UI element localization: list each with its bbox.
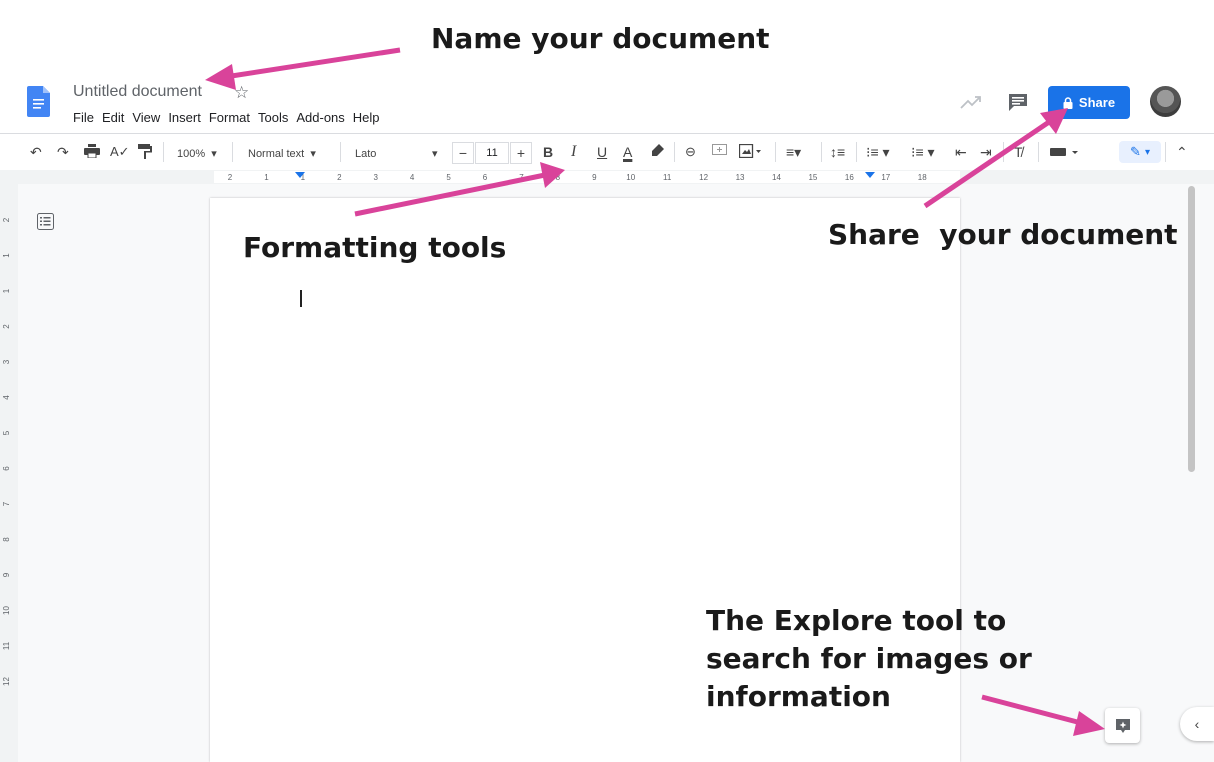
ruler-label: 3 <box>374 173 379 182</box>
print-icon[interactable] <box>84 144 100 158</box>
font-select[interactable]: Lato <box>355 145 376 163</box>
ruler-label: 17 <box>881 173 890 182</box>
menu-format[interactable]: Format <box>205 110 254 125</box>
vertical-ruler-label: 2 <box>2 217 11 222</box>
outline-icon[interactable] <box>37 213 54 230</box>
font-dropdown-icon[interactable]: ▾ <box>432 145 438 163</box>
star-icon[interactable]: ☆ <box>234 83 249 103</box>
ruler-label: 9 <box>592 173 597 182</box>
annotation-explore-line-3: information <box>706 680 891 713</box>
chevron-left-icon: ‹ <box>1194 716 1200 732</box>
menu-edit[interactable]: Edit <box>98 110 128 125</box>
editing-mode-button[interactable]: ✎ ▾ <box>1119 141 1161 163</box>
vertical-ruler-label: 7 <box>2 501 11 506</box>
increase-font-size-button[interactable]: + <box>510 142 532 164</box>
annotation-explore-line-1: The Explore tool to <box>706 604 1007 637</box>
indent-marker[interactable] <box>865 172 875 178</box>
annotation-name-document: Name your document <box>431 22 770 55</box>
underline-button[interactable]: U <box>597 143 607 161</box>
vertical-ruler-label: 8 <box>2 537 11 542</box>
align-icon[interactable]: ≡▾ <box>786 143 801 161</box>
bulleted-list-icon[interactable]: ⁝≡ ▾ <box>911 143 935 161</box>
vertical-ruler-label: 12 <box>2 677 11 686</box>
avatar[interactable] <box>1150 86 1181 117</box>
collapse-icon[interactable]: ⌃ <box>1176 143 1188 161</box>
ruler-label: 13 <box>736 173 745 182</box>
vertical-ruler-label: 3 <box>2 359 11 364</box>
vertical-ruler-label: 1 <box>2 288 11 293</box>
ruler-label: 11 <box>663 173 672 182</box>
decrease-indent-icon[interactable]: ⇤ <box>955 143 967 161</box>
ruler-label: 14 <box>772 173 781 182</box>
explore-button[interactable] <box>1105 708 1140 743</box>
decrease-font-size-button[interactable]: − <box>452 142 474 164</box>
image-icon[interactable] <box>739 144 763 158</box>
ruler-label: 2 <box>337 173 342 182</box>
clear-format-icon[interactable]: T̸ <box>1014 143 1023 161</box>
link-icon[interactable]: ⊖ <box>685 143 696 161</box>
vertical-ruler-label: 2 <box>2 324 11 329</box>
side-panel-toggle[interactable]: ‹ <box>1180 707 1214 741</box>
text-color-button[interactable]: A <box>623 143 632 161</box>
vertical-ruler-label: 11 <box>2 641 11 650</box>
zoom-select[interactable]: 100% ▾ <box>177 145 217 163</box>
ruler-label: 15 <box>808 173 817 182</box>
ruler-label: 12 <box>699 173 708 182</box>
line-spacing-icon[interactable]: ↕≡ <box>830 143 845 161</box>
ruler-ticks: 2 1 1 2 3 4 5 6 7 8 9 10 11 12 13 14 15 16 17 18 <box>228 172 927 182</box>
pen-icon: ✎ <box>1130 144 1141 159</box>
font-size-input[interactable]: 11 <box>475 142 509 164</box>
style-select[interactable]: Normal text ▾ <box>248 145 316 163</box>
menu-view[interactable]: View <box>128 110 164 125</box>
share-label: Share <box>1078 95 1116 110</box>
menu-help[interactable]: Help <box>349 110 384 125</box>
vertical-ruler-label: 6 <box>2 466 11 471</box>
ruler-label: 4 <box>410 173 415 182</box>
ruler-label: 16 <box>845 173 854 182</box>
spellcheck-icon[interactable]: A✓ <box>110 143 130 161</box>
ruler-label: 5 <box>446 173 451 182</box>
highlight-icon[interactable] <box>652 144 664 158</box>
annotation-explore-line-2: search for images or <box>706 642 1032 675</box>
vertical-ruler-label: 1 <box>2 253 11 258</box>
annotation-share-document: Share your document <box>828 218 1178 251</box>
input-tools-icon[interactable] <box>1050 147 1080 157</box>
italic-button[interactable]: I <box>571 143 576 161</box>
bold-button[interactable]: B <box>543 143 553 161</box>
ruler-label: 7 <box>519 173 524 182</box>
ruler-label: 6 <box>483 173 488 182</box>
ruler-label: 2 <box>228 173 233 182</box>
vertical-ruler-label: 4 <box>2 395 11 400</box>
ruler-label: 18 <box>918 173 927 182</box>
menu-file[interactable]: File <box>73 110 98 125</box>
comment-icon[interactable] <box>1008 92 1028 112</box>
menu-addons[interactable]: Add-ons <box>292 110 348 125</box>
numbered-list-icon[interactable]: ⁝≡ ▾ <box>866 143 890 161</box>
annotation-formatting-tools: Formatting tools <box>243 231 507 264</box>
ruler-label: 8 <box>556 173 561 182</box>
increase-indent-icon[interactable]: ⇥ <box>980 143 992 161</box>
share-button[interactable]: Share <box>1048 86 1130 119</box>
vertical-scrollbar[interactable] <box>1188 186 1195 472</box>
vertical-ruler-label: 9 <box>2 572 11 577</box>
text-cursor <box>300 290 302 307</box>
paint-format-icon[interactable] <box>138 144 152 159</box>
menu-tools[interactable]: Tools <box>254 110 292 125</box>
insert-comment-icon[interactable] <box>712 144 727 158</box>
trending-icon[interactable] <box>960 94 982 110</box>
lock-icon <box>1063 96 1073 109</box>
menu-bar: File Edit View Insert Format Tools Add-o… <box>73 110 384 125</box>
undo-icon[interactable]: ↶ <box>30 143 42 161</box>
document-title[interactable]: Untitled document <box>73 83 202 101</box>
menu-insert[interactable]: Insert <box>164 110 205 125</box>
vertical-ruler: 21123456789101112 <box>0 184 18 762</box>
docs-logo-icon[interactable] <box>27 86 50 117</box>
ruler-label: 10 <box>626 173 635 182</box>
redo-icon[interactable]: ↷ <box>57 143 69 161</box>
explore-icon <box>1115 718 1130 733</box>
vertical-ruler-label: 5 <box>2 430 11 435</box>
vertical-ruler-label: 10 <box>2 606 11 615</box>
ruler-label: 1 <box>264 173 269 182</box>
